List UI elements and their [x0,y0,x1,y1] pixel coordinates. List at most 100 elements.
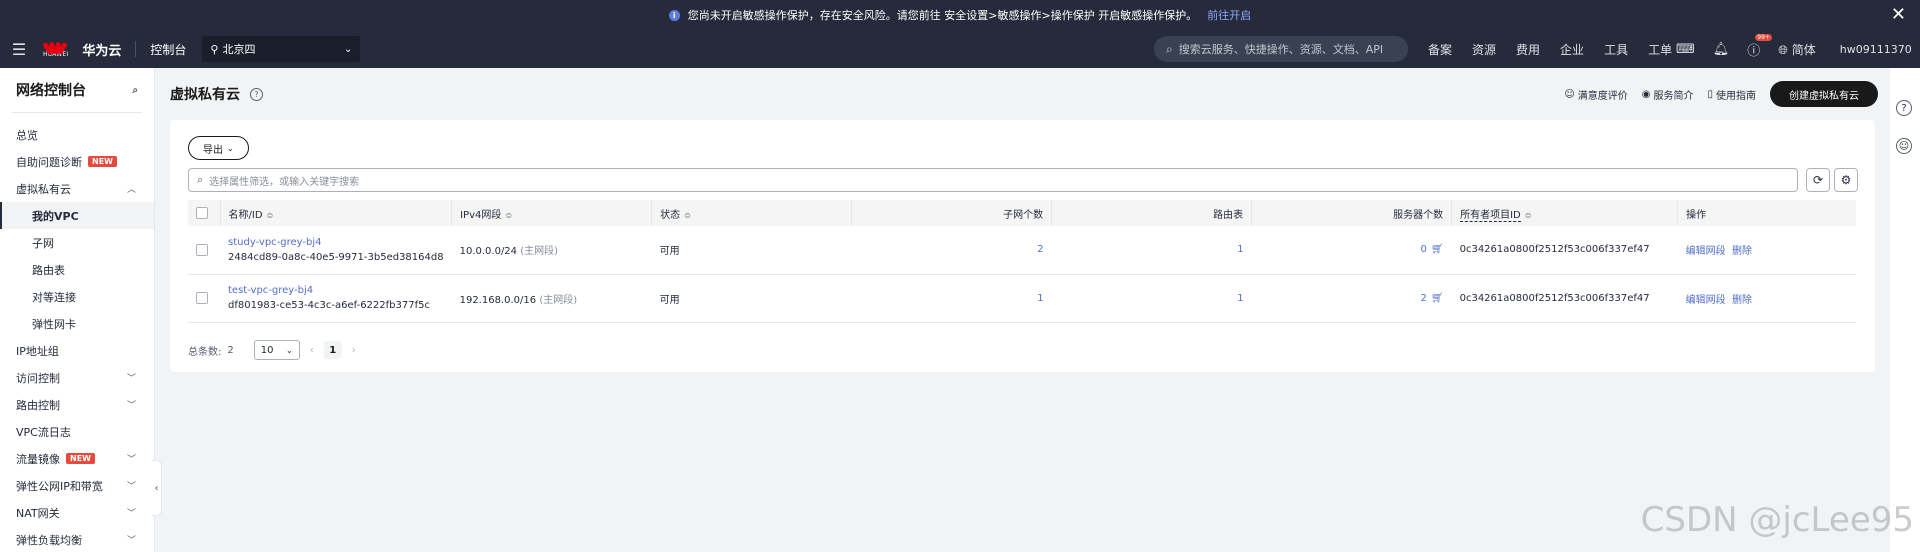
huawei-logo[interactable]: HUAWEI 华为云 [42,40,121,59]
sidebar-item-label: 虚拟私有云 [16,182,71,196]
col-servers: 服务器个数 [1251,200,1453,226]
select-all-checkbox[interactable] [196,207,208,219]
sidebar-item[interactable]: 我的VPC [0,202,154,229]
row-checkbox[interactable] [196,243,208,256]
header-menu-billing[interactable]: 费用 [1516,41,1540,58]
sidebar-item[interactable]: 流量镜像 NEW ﹀ [0,445,154,472]
sidebar-item-label: 弹性公网IP和带宽 [16,479,103,493]
header-menu-tickets[interactable]: 工单 [1648,41,1672,58]
subnet-count-link[interactable]: 2 [1037,244,1043,255]
sidebar-item[interactable]: NAT网关 ﹀ [0,499,154,526]
cart-icon[interactable]: 🛒︎ [1431,244,1444,255]
filter-icon[interactable]: ⊜ [505,211,512,220]
feedback-link[interactable]: ☺ 满意度评价 [1564,87,1627,102]
close-icon[interactable]: ✕ [1891,4,1906,25]
vpc-name-link[interactable]: study-vpc-grey-bj4 [228,237,444,248]
terminal-icon[interactable]: ⌨ [1676,42,1695,57]
name-id-cell: study-vpc-grey-bj4 2484cd89-0a8c-40e5-997… [220,226,452,275]
chevron-down-icon[interactable]: ﹀ [127,371,136,384]
help-circle-icon[interactable]: ? [1896,100,1912,116]
servers-cell: 2 🛒︎ [1251,274,1452,323]
col-ipv4[interactable]: IPv4网段 ⊜ [451,200,653,226]
sidebar-item[interactable]: 路由表 [0,256,154,283]
settings-button[interactable]: ⚙ [1834,168,1858,192]
col-owner-project[interactable]: 所有者项目ID ⊜ [1451,200,1679,226]
delete-link[interactable]: 删除 [1732,295,1752,306]
usage-guide-link[interactable]: ▯ 使用指南 [1707,87,1756,102]
row-select-cell [188,226,220,275]
question-icon[interactable]: ? [250,87,263,101]
language-value: 简体 [1791,42,1816,57]
sidebar-item[interactable]: 自助问题诊断 NEW [0,148,154,175]
attribute-filter-input[interactable]: ⌕ 选择属性筛选，或输入关键字搜索 [188,168,1798,192]
sidebar-item[interactable]: 对等连接 [0,283,154,310]
delete-link[interactable]: 删除 [1732,246,1752,257]
sidebar-item[interactable]: 子网 [0,229,154,256]
header-menu-tools[interactable]: 工具 [1604,41,1628,58]
status-cell: 可用 [651,274,852,323]
sidebar-item[interactable]: IP地址组 [0,337,154,364]
cart-icon[interactable]: 🛒︎ [1431,293,1444,304]
export-button[interactable]: 导出 ⌄ [188,136,249,160]
subnet-count-link[interactable]: 1 [1037,293,1043,304]
notice-enable-link[interactable]: 前往开启 [1207,7,1251,23]
sidebar-collapse-handle[interactable]: ‹ [152,460,162,516]
menu-icon[interactable]: ☰ [0,40,38,59]
chevron-down-icon[interactable]: ﹀ [127,533,136,546]
search-icon[interactable]: ⌕ [132,85,138,96]
global-search-input[interactable]: ⌕ 搜索云服务、快捷操作、资源、文档、API [1154,36,1408,62]
page-size-select[interactable]: 10 ⌄ [253,340,300,360]
sidebar-item[interactable]: 路由控制 ﹀ [0,391,154,418]
service-intro-link[interactable]: ◉ 服务简介 [1642,87,1694,102]
sidebar-item[interactable]: 弹性公网IP和带宽 ﹀ [0,472,154,499]
filter-icon[interactable]: ⊜ [267,211,274,220]
create-vpc-button[interactable]: 创建虚拟私有云 [1770,81,1878,107]
header-menu-beian[interactable]: 备案 [1428,41,1452,58]
route-table-count-link[interactable]: 1 [1237,293,1243,304]
edit-cidr-link[interactable]: 编辑网段 [1686,295,1726,306]
ipv4-cell: 192.168.0.0/16 (主网段) [451,274,652,323]
bell-icon[interactable]: 🔔︎ [1713,42,1730,57]
server-count-link[interactable]: 2 [1421,293,1427,304]
refresh-button[interactable]: ⟳ [1806,168,1830,192]
filter-icon[interactable]: ⊜ [684,211,691,220]
sidebar-item[interactable]: 弹性网卡 [0,310,154,337]
sidebar-item-label: 弹性网卡 [32,317,76,331]
help-icon[interactable]: ⓘ 99+ [1747,33,1772,59]
sidebar-item[interactable]: 虚拟私有云 ︿ [0,175,154,202]
console-link[interactable]: 控制台 [150,41,186,58]
user-account[interactable]: hw09111370 [1840,43,1912,56]
smile-icon[interactable]: ☺ [1896,138,1912,154]
sidebar-item[interactable]: 总览 [0,121,154,148]
sidebar-nav: 总览 自助问题诊断 NEW 虚拟私有云 ︿ 我的VPC 子网 路由表 对等连接弹性网卡 IP地址组… [0,121,154,552]
row-checkbox[interactable] [196,292,208,304]
sidebar-item[interactable]: 弹性负载均衡 ﹀ [0,526,154,552]
region-selector[interactable]: ⚲ 北京四 ⌄ [202,36,361,62]
language-selector[interactable]: 🌐︎ 简体 [1778,41,1815,58]
chevron-down-icon[interactable]: ﹀ [127,479,136,492]
header-menu-enterprise[interactable]: 企业 [1560,41,1584,58]
filter-icon[interactable]: ⊜ [1525,211,1532,220]
sidebar-item[interactable]: 访问控制 ﹀ [0,364,154,391]
page-number[interactable]: 1 [323,341,342,359]
page-title-bar: 虚拟私有云 ? [170,84,263,104]
chevron-up-icon[interactable]: ︿ [127,182,136,195]
col-name-id[interactable]: 名称/ID ⊜ [220,200,453,226]
server-count-link[interactable]: 0 [1421,244,1427,255]
route-table-count-link[interactable]: 1 [1237,244,1243,255]
security-notice-banner: i 您尚未开启敏感操作保护，存在安全风险。请您前往 安全设置>敏感操作>操作保护… [0,0,1920,30]
sidebar-item[interactable]: VPC流日志 [0,418,154,445]
right-float-bar: ? ☺ [1890,68,1920,552]
edit-cidr-link[interactable]: 编辑网段 [1686,246,1726,257]
info-icon: i [668,9,680,21]
next-page-icon[interactable]: › [352,345,356,356]
sidebar-title-bar: 网络控制台 ⌕ [0,68,154,112]
chevron-down-icon[interactable]: ﹀ [127,398,136,411]
chevron-down-icon[interactable]: ﹀ [127,452,136,465]
header-menu-resources[interactable]: 资源 [1472,41,1496,58]
prev-page-icon[interactable]: ‹ [310,345,314,356]
chevron-down-icon[interactable]: ﹀ [127,506,136,519]
col-route-tables: 路由表 [1051,200,1253,226]
col-status[interactable]: 状态 ⊜ [651,200,853,226]
vpc-name-link[interactable]: test-vpc-grey-bj4 [228,285,444,296]
